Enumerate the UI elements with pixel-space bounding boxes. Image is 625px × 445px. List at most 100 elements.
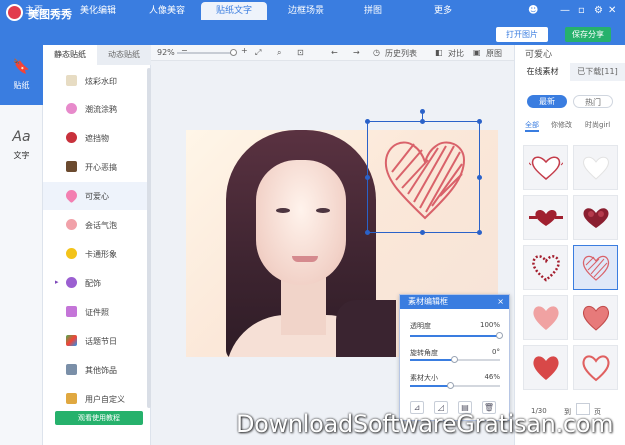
sticker-category-panel: 静态贴纸 动态贴纸 炫彩水印 潮流涂鸦 遮挡物 开心恶搞 可爱心 会话气泡 卡通… xyxy=(43,45,151,445)
filter-mine[interactable]: 你修改 xyxy=(551,120,572,130)
watch-tutorial-button[interactable]: 观看使用教程 xyxy=(55,411,143,425)
photo-clothing xyxy=(336,300,396,357)
tab-beautify[interactable]: 美化编辑 xyxy=(72,2,124,20)
sticker-selection-box[interactable] xyxy=(367,121,480,233)
sticker-tile[interactable] xyxy=(573,295,618,340)
sticker-tile[interactable] xyxy=(573,145,618,190)
history-list-label[interactable]: 历史列表 xyxy=(385,48,417,59)
rotate-label: 旋转角度 xyxy=(410,349,438,357)
resize-handle[interactable] xyxy=(420,119,425,124)
category-item[interactable]: 话题节日 xyxy=(43,327,151,355)
size-row: 素材大小 46% xyxy=(410,373,500,383)
hot-pill[interactable]: 热门 xyxy=(573,95,613,108)
open-image-button[interactable]: 打开图片 xyxy=(496,27,548,42)
rotate-slider[interactable] xyxy=(410,356,500,363)
sticker-subtabs: 静态贴纸 动态贴纸 xyxy=(43,45,151,65)
magnify-icon[interactable]: ⌕ xyxy=(277,48,281,58)
original-icon[interactable]: ▣ xyxy=(473,48,481,57)
sticker-tile-selected[interactable] xyxy=(573,245,618,290)
mode-sticker-label: 贴纸 xyxy=(13,81,30,90)
tab-collage[interactable]: 拼图 xyxy=(355,2,391,20)
category-item[interactable]: 卡通形象 xyxy=(43,240,151,268)
size-slider-knob[interactable] xyxy=(447,382,455,389)
compare-label[interactable]: 对比 xyxy=(448,48,464,59)
zoom-slider-knob[interactable] xyxy=(230,49,237,56)
category-item-selected[interactable]: 可爱心 xyxy=(43,182,151,210)
sticker-tile[interactable] xyxy=(523,195,568,240)
resize-handle[interactable] xyxy=(420,230,425,235)
tab-animated-stickers[interactable]: 动态贴纸 xyxy=(97,45,151,65)
photo-mouth xyxy=(292,256,318,262)
heart-icon xyxy=(63,187,80,204)
resize-handle[interactable] xyxy=(477,119,482,124)
opacity-label: 透明度 xyxy=(410,322,431,330)
save-share-button[interactable]: 保存分享 xyxy=(565,27,611,42)
sticker-tile[interactable] xyxy=(573,195,618,240)
close-icon[interactable]: ✕ xyxy=(608,5,616,16)
panel-title: 可爱心 xyxy=(525,50,553,60)
undo-icon[interactable]: ← xyxy=(331,48,338,57)
rotate-slider-knob[interactable] xyxy=(451,356,458,363)
festival-icon xyxy=(66,335,77,346)
resize-handle[interactable] xyxy=(477,175,482,180)
category-item[interactable]: 开心恶搞 xyxy=(43,153,151,181)
tab-online[interactable]: 在线素材 xyxy=(515,63,570,81)
sticker-tile[interactable] xyxy=(523,245,568,290)
newest-pill[interactable]: 最新 xyxy=(527,95,567,108)
category-item[interactable]: 遮挡物 xyxy=(43,124,151,152)
category-item[interactable]: 其他饰品 xyxy=(43,356,151,384)
tab-downloaded[interactable]: 已下载[11] xyxy=(570,63,625,81)
material-editor-dialog: 素材编辑框 × 透明度 100% 旋转角度 0° 素材大小 46% ⊿ ◿ ▤ … xyxy=(399,294,510,421)
category-item[interactable]: ▸ 配饰 xyxy=(43,269,151,297)
original-label[interactable]: 原图 xyxy=(486,48,502,59)
tab-frames[interactable]: 边框场景 xyxy=(280,2,332,20)
id-photo-icon xyxy=(66,306,77,317)
category-label: 会话气泡 xyxy=(85,221,117,230)
opacity-slider-knob[interactable] xyxy=(496,332,503,339)
zoom-in-icon[interactable]: + xyxy=(241,46,248,55)
editor-title: 素材编辑框 xyxy=(408,297,448,306)
size-value: 46% xyxy=(484,373,500,381)
sticker-tile[interactable] xyxy=(523,295,568,340)
resize-handle[interactable] xyxy=(365,175,370,180)
tab-more[interactable]: 更多 xyxy=(425,2,461,20)
tab-stickers-text[interactable]: 贴纸文字 xyxy=(201,2,267,20)
history-icon[interactable]: ◷ xyxy=(373,48,380,57)
category-item[interactable]: 会话气泡 xyxy=(43,211,151,239)
redo-icon[interactable]: → xyxy=(353,48,360,57)
category-item[interactable]: 用户自定义 xyxy=(43,385,151,413)
fit-icon[interactable]: ⤢ xyxy=(255,48,261,58)
tab-home[interactable]: 主页 xyxy=(16,2,52,20)
resize-handle[interactable] xyxy=(365,230,370,235)
rotate-handle[interactable] xyxy=(420,109,425,114)
mode-sidebar: 🔖 贴纸 Aa 文字 xyxy=(0,45,43,445)
resize-handle[interactable] xyxy=(365,119,370,124)
opacity-slider[interactable] xyxy=(410,332,503,339)
expand-caret-icon[interactable]: ▸ xyxy=(55,278,59,286)
sticker-tile[interactable] xyxy=(523,345,568,390)
filter-all[interactable]: 全部 xyxy=(525,120,539,132)
category-item[interactable]: 炫彩水印 xyxy=(43,67,151,95)
resize-handle[interactable] xyxy=(477,230,482,235)
sticker-tile[interactable] xyxy=(523,145,568,190)
category-item[interactable]: 潮流涂鸦 xyxy=(43,95,151,123)
block-icon xyxy=(66,132,77,143)
filter-fashion[interactable]: 时尚girl xyxy=(585,120,610,130)
category-item[interactable]: 证件照 xyxy=(43,298,151,326)
zoom-slider[interactable] xyxy=(177,52,234,54)
settings-icon[interactable]: ⚙ xyxy=(594,5,603,16)
actual-size-icon[interactable]: ⊡ xyxy=(297,48,304,57)
tab-static-stickers[interactable]: 静态贴纸 xyxy=(43,45,97,65)
size-slider[interactable] xyxy=(410,382,500,389)
sticker-tile[interactable] xyxy=(573,345,618,390)
restore-icon[interactable]: ▫ xyxy=(578,5,585,16)
menu-icon[interactable]: ☻ xyxy=(528,5,538,16)
mode-sticker[interactable]: 🔖 贴纸 xyxy=(0,45,43,105)
tab-portrait[interactable]: 人像美容 xyxy=(142,2,192,20)
funny-icon xyxy=(66,161,77,172)
photo-face xyxy=(256,160,346,285)
editor-close-icon[interactable]: × xyxy=(497,295,504,309)
minimize-icon[interactable]: — xyxy=(560,5,570,16)
compare-icon[interactable]: ◧ xyxy=(435,48,443,57)
mode-text[interactable]: Aa 文字 xyxy=(0,115,43,175)
